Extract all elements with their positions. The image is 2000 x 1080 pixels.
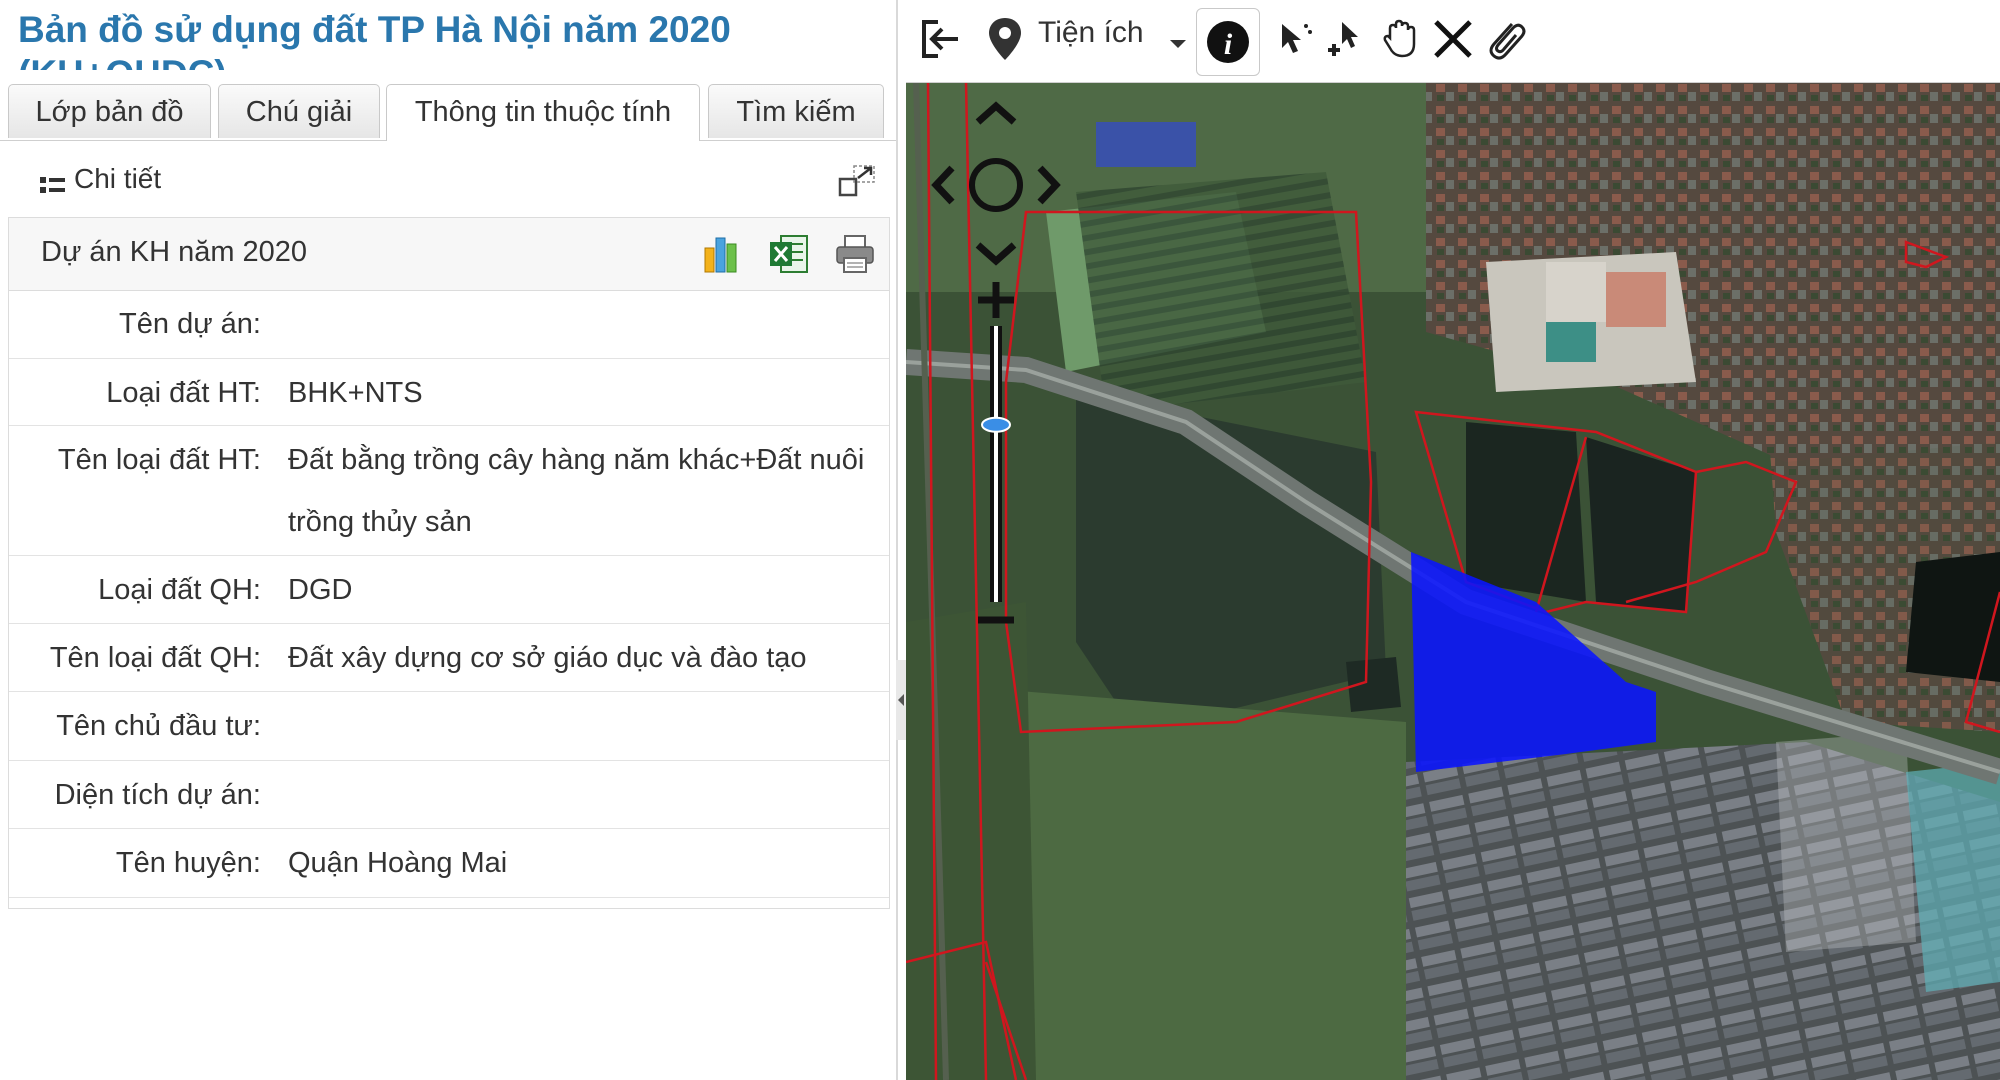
attr-row-district: Tên huyện: Quận Hoàng Mai <box>9 829 889 898</box>
detail-header: Chi tiết <box>8 145 888 218</box>
utilities-menu-label[interactable]: Tiện ích <box>1038 16 1144 50</box>
attr-value: DGD <box>288 574 353 606</box>
excel-icon[interactable] <box>767 232 811 276</box>
map-building <box>1546 322 1596 362</box>
tab-bar: Lớp bản đồ Chú giải Thông tin thuộc tính… <box>0 72 896 141</box>
map-terrain <box>1076 172 1366 412</box>
attr-value: BHK+NTS <box>288 377 423 409</box>
info-button[interactable]: i <box>1196 8 1260 76</box>
card-header: Dự án KH năm 2020 <box>9 218 889 291</box>
map-area[interactable]: Tiện ích i <box>906 0 2000 1080</box>
attr-label: Loại đất QH: <box>98 574 261 606</box>
card-title: Dự án KH năm 2020 <box>41 236 308 268</box>
attr-row-planned-land-name: Tên loại đất QH: Đất xây dựng cơ sở giáo… <box>9 624 889 692</box>
pan-hand-icon[interactable] <box>1376 14 1426 64</box>
tab-map-layers[interactable]: Lớp bản đồ <box>8 84 211 138</box>
map-building <box>1606 272 1666 327</box>
attr-value: Đất bằng trồng cây hàng năm khác+Đất nuô… <box>288 444 865 538</box>
attr-value: Đất xây dựng cơ sở giáo dục và đào tạo <box>288 642 807 674</box>
attach-icon[interactable] <box>1480 14 1530 64</box>
attr-row-current-land-name: Tên loại đất HT: Đất bằng trồng cây hàng… <box>9 426 889 556</box>
attr-label: Loại đất HT: <box>106 377 261 409</box>
attr-value: Quận Hoàng Mai <box>288 847 508 879</box>
chevron-down-icon[interactable] <box>1170 40 1186 48</box>
attr-row-project-area: Diện tích dự án: <box>9 761 889 829</box>
attribute-card: Dự án KH năm 2020 Tên dự án: Loại đất HT… <box>8 217 890 909</box>
attr-label: Tên loại đất HT: <box>57 444 261 476</box>
attr-row-planned-land-type: Loại đất QH: DGD <box>9 556 889 624</box>
attr-label: Tên chủ đầu tư: <box>56 710 261 742</box>
attr-label: Tên dự án: <box>119 308 261 340</box>
location-pin-icon[interactable] <box>980 14 1030 64</box>
panel-collapse-handle[interactable] <box>896 660 906 740</box>
attr-label: Diện tích dự án: <box>54 779 261 811</box>
map-terrain <box>906 602 1036 1080</box>
map-toolbar: Tiện ích i <box>906 0 2000 83</box>
list-icon <box>40 175 66 195</box>
attr-label: Tên huyện: <box>115 847 261 879</box>
select-cursor-icon[interactable] <box>1268 14 1318 64</box>
map-pond <box>1466 422 1586 602</box>
attr-row-investor: Tên chủ đầu tư: <box>9 692 889 761</box>
map-building <box>1546 262 1606 322</box>
map-building <box>1776 732 1916 952</box>
attr-row-current-land-type: Loại đất HT: BHK+NTS <box>9 359 889 426</box>
expand-icon[interactable] <box>838 163 878 199</box>
left-panel: Bản đồ sử dụng đất TP Hà Nội năm 2020 (K… <box>0 0 898 1080</box>
zoom-slider-thumb[interactable] <box>981 416 1011 433</box>
page-title: Bản đồ sử dụng đất TP Hà Nội năm 2020 (K… <box>18 9 731 70</box>
map-canvas[interactable] <box>906 82 2000 1080</box>
chart-icon[interactable] <box>701 232 745 276</box>
tab-legend[interactable]: Chú giải <box>218 84 380 138</box>
tab-attribute-info[interactable]: Thông tin thuộc tính <box>386 84 700 141</box>
clear-icon[interactable] <box>1428 14 1478 64</box>
print-icon[interactable] <box>833 232 877 276</box>
map-building <box>1096 122 1196 167</box>
map-pond <box>1906 552 2000 682</box>
tab-search[interactable]: Tìm kiếm <box>708 84 884 138</box>
select-add-icon[interactable] <box>1322 14 1372 64</box>
exit-icon[interactable] <box>916 14 966 64</box>
attr-row-project-name: Tên dự án: <box>9 290 889 359</box>
svg-text:i: i <box>1224 28 1233 61</box>
detail-label: Chi tiết <box>74 163 162 194</box>
attr-label: Tên loại đất QH: <box>49 642 261 674</box>
